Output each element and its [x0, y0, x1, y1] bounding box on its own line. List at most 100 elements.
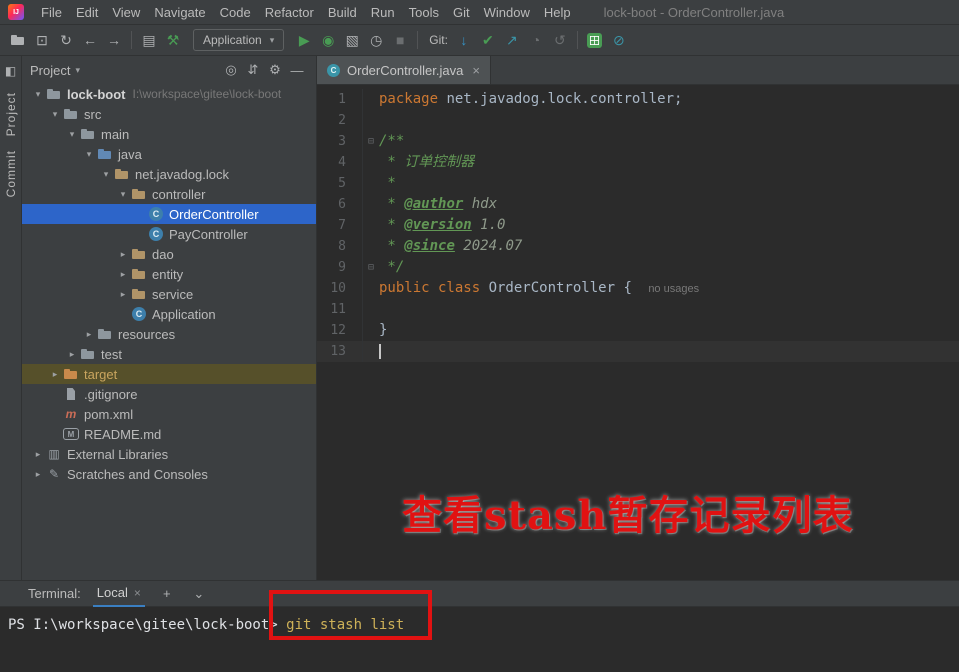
chevron-right-icon[interactable]: ▸	[64, 349, 80, 360]
locate-file-icon[interactable]: ◎	[220, 62, 242, 78]
menu-window[interactable]: Window	[477, 0, 537, 25]
collapse-all-icon[interactable]: ⇵	[242, 62, 264, 78]
menu-run[interactable]: Run	[364, 0, 402, 25]
chevron-down-icon[interactable]: ▾	[75, 65, 80, 76]
tree-item-label: java	[118, 147, 142, 162]
tree-item-application[interactable]: CApplication	[22, 304, 316, 324]
chevron-right-icon[interactable]: ▸	[30, 469, 46, 480]
code-line-6[interactable]: 6 * @author hdx	[317, 194, 959, 215]
code-line-13[interactable]: 13	[317, 341, 959, 362]
forward-icon[interactable]: →	[102, 29, 126, 51]
chevron-right-icon[interactable]: ▸	[115, 269, 131, 280]
tree-item-test[interactable]: ▸ test	[22, 344, 316, 364]
profiler-icon[interactable]: ◷	[364, 29, 388, 51]
menu-code[interactable]: Code	[213, 0, 258, 25]
stripe-commit-button[interactable]: Commit	[4, 150, 18, 197]
tab-ordercontroller[interactable]: C OrderController.java ×	[317, 56, 491, 84]
chevron-down-icon[interactable]: ▾	[81, 149, 97, 160]
chevron-down-icon[interactable]: ⌄	[189, 586, 209, 602]
tree-item-resources[interactable]: ▸resources	[22, 324, 316, 344]
menu-file[interactable]: File	[34, 0, 69, 25]
chevron-right-icon[interactable]: ▸	[115, 289, 131, 300]
close-icon[interactable]: ×	[134, 586, 141, 600]
fold-icon[interactable]: ⊟	[363, 131, 379, 152]
git-push-icon[interactable]: ↗	[500, 29, 524, 51]
hide-panel-icon[interactable]: —	[286, 63, 308, 78]
gear-icon[interactable]: ⚙	[264, 62, 286, 78]
menu-git[interactable]: Git	[446, 0, 477, 25]
code-line-4[interactable]: 4 * 订单控制器	[317, 152, 959, 173]
back-icon[interactable]: ←	[78, 29, 102, 51]
new-session-icon[interactable]: +	[157, 586, 177, 601]
intellij-logo-icon: IJ	[8, 4, 24, 20]
chevron-down-icon[interactable]: ▾	[115, 189, 131, 200]
debug-icon[interactable]: ◉	[316, 29, 340, 51]
tree-item-ordercontroller[interactable]: COrderController	[22, 204, 316, 224]
tree-item-gitignore[interactable]: .gitignore	[22, 384, 316, 404]
menu-view[interactable]: View	[105, 0, 147, 25]
tree-item-dao[interactable]: ▸dao	[22, 244, 316, 264]
menu-tools[interactable]: Tools	[402, 0, 446, 25]
tree-item-pom-xml[interactable]: mpom.xml	[22, 404, 316, 424]
close-icon[interactable]: ×	[472, 63, 480, 78]
tree-item-lock-boot[interactable]: ▾lock-bootI:\workspace\gitee\lock-boot	[22, 84, 316, 104]
sync-icon[interactable]: ↻	[54, 29, 78, 51]
coverage-icon[interactable]: ▧	[340, 29, 364, 51]
run-icon[interactable]: ▶	[292, 29, 316, 51]
code-line-3[interactable]: 3⊟/**	[317, 131, 959, 152]
code-line-9[interactable]: 9⊟ */	[317, 257, 959, 278]
run-configuration-select[interactable]: Application ▾	[193, 29, 284, 51]
code-line-12[interactable]: 12}	[317, 320, 959, 341]
open-project-icon[interactable]	[6, 29, 30, 51]
code-line-1[interactable]: 1package net.javadog.lock.controller;	[317, 89, 959, 110]
git-update-icon[interactable]: ↓	[452, 29, 476, 51]
tree-item-label: test	[101, 347, 122, 362]
stripe-project-button[interactable]: Project	[4, 92, 18, 136]
tree-item-external-libraries[interactable]: ▸▥External Libraries	[22, 444, 316, 464]
menu-refactor[interactable]: Refactor	[258, 0, 321, 25]
tree-item-main[interactable]: ▾main	[22, 124, 316, 144]
tree-item-src[interactable]: ▾src	[22, 104, 316, 124]
git-commit-icon[interactable]: ✔	[476, 29, 500, 51]
chevron-down-icon[interactable]: ▾	[98, 169, 114, 180]
tree-item-scratches-and-consoles[interactable]: ▸✎Scratches and Consoles	[22, 464, 316, 484]
code-line-11[interactable]: 11	[317, 299, 959, 320]
code-line-7[interactable]: 7 * @version 1.0	[317, 215, 959, 236]
chevron-right-icon[interactable]: ▸	[47, 369, 63, 380]
build-hammer-icon[interactable]: ⚒	[161, 29, 185, 51]
tree-item-entity[interactable]: ▸entity	[22, 264, 316, 284]
code-line-2[interactable]: 2	[317, 110, 959, 131]
save-all-icon[interactable]: ⊡	[30, 29, 54, 51]
menu-build[interactable]: Build	[321, 0, 364, 25]
terminal-output[interactable]: PS I:\workspace\gitee\lock-boot> git sta…	[0, 607, 959, 672]
chevron-down-icon[interactable]: ▾	[64, 129, 80, 140]
tree-item-service[interactable]: ▸service	[22, 284, 316, 304]
tree-item-controller[interactable]: ▾controller	[22, 184, 316, 204]
project-tool-icon[interactable]: ◧	[5, 64, 16, 78]
fold-icon[interactable]: ⊟	[363, 257, 379, 278]
chevron-right-icon[interactable]: ▸	[81, 329, 97, 340]
tree-item-java[interactable]: ▾ java	[22, 144, 316, 164]
tree-item-net-javadog-lock[interactable]: ▾net.javadog.lock	[22, 164, 316, 184]
code-line-5[interactable]: 5 *	[317, 173, 959, 194]
terminal-tab-local[interactable]: Local ×	[93, 581, 145, 607]
menu-navigate[interactable]: Navigate	[147, 0, 212, 25]
tree-item-target[interactable]: ▸target	[22, 364, 316, 384]
chevron-down-icon[interactable]: ▾	[47, 109, 63, 120]
chevron-right-icon[interactable]: ▸	[30, 449, 46, 460]
menu-help[interactable]: Help	[537, 0, 578, 25]
inspections-icon[interactable]: ⊘	[607, 29, 631, 51]
code-line-10[interactable]: 10public class OrderController { no usag…	[317, 278, 959, 299]
chevron-right-icon[interactable]: ▸	[115, 249, 131, 260]
code-area[interactable]: 1package net.javadog.lock.controller;23⊟…	[317, 85, 959, 580]
menu-edit[interactable]: Edit	[69, 0, 105, 25]
tree-item-paycontroller[interactable]: CPayController	[22, 224, 316, 244]
tree-item-readme-md[interactable]: MREADME.md	[22, 424, 316, 444]
chevron-down-icon[interactable]: ▾	[30, 89, 46, 100]
diff-grid-icon[interactable]	[583, 29, 607, 51]
gitignore-icon	[63, 386, 79, 402]
project-structure-icon[interactable]: ▤	[137, 29, 161, 51]
code-line-8[interactable]: 8 * @since 2024.07	[317, 236, 959, 257]
code-text: *	[379, 173, 396, 194]
project-view-selector[interactable]: Project	[30, 63, 70, 78]
